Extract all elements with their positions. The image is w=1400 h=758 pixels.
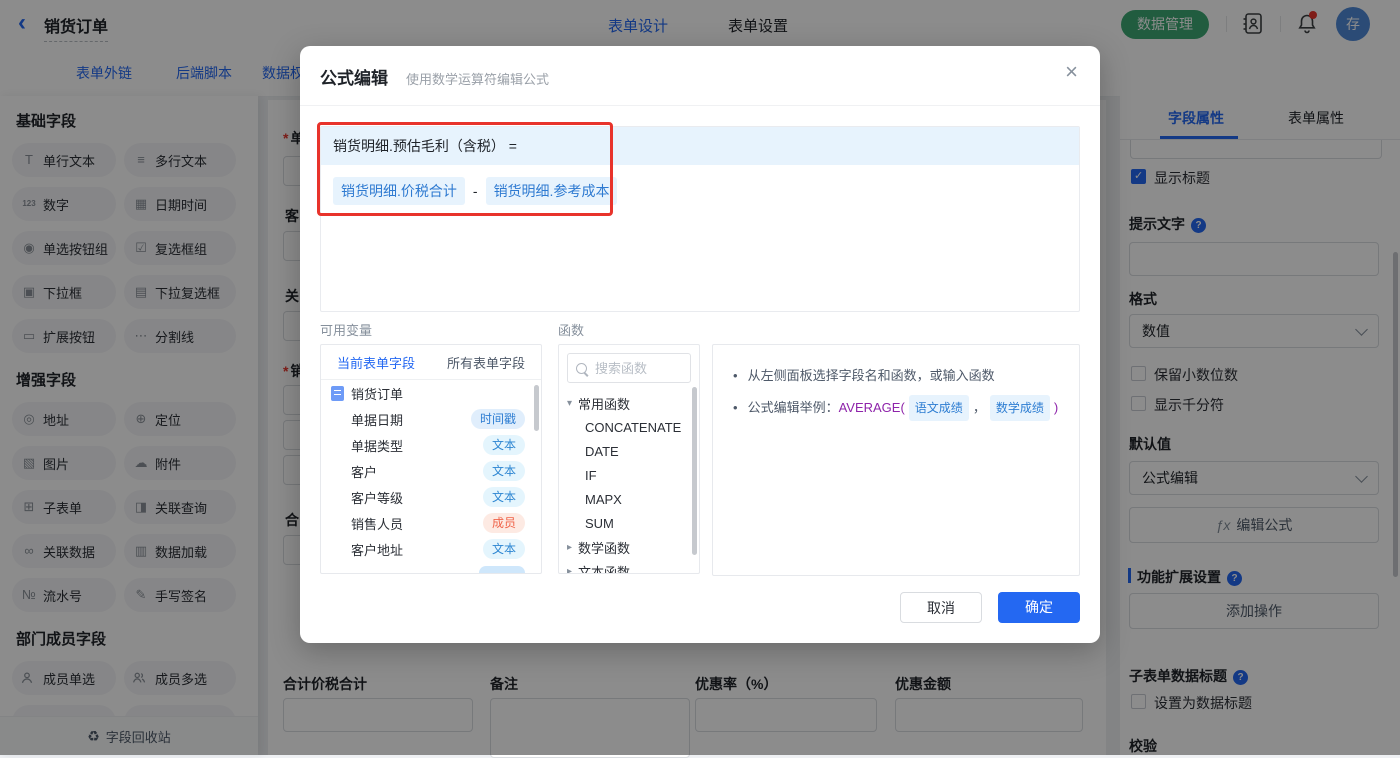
functions-panel: ▾常用函数 CONCATENATE DATE IF MAPX SUM ▸数学函数… (558, 344, 700, 574)
tree-field-row[interactable]: 客户等级 文本 (321, 484, 541, 510)
type-badge: 时间戳 (470, 409, 525, 429)
example-chip: 数学成绩 (989, 395, 1050, 421)
chevron-right-icon: ▸ (567, 565, 573, 574)
modal-subtitle: 使用数学运算符编辑公式 (406, 72, 550, 87)
variables-panel: 当前表单字段 所有表单字段 销货订单 单据日期 时间戳 单据类型 文本 客户 文本 客… (320, 344, 542, 574)
search-input[interactable] (593, 359, 687, 377)
help-panel: 从左侧面板选择字段名和函数，或输入函数 公式编辑举例：AVERAGE(语文成绩，… (712, 344, 1080, 576)
type-badge: 文本 (482, 487, 525, 507)
func-item-date[interactable]: DATE (559, 439, 699, 463)
search-icon (576, 362, 587, 374)
tab-current-form-fields[interactable]: 当前表单字段 (337, 353, 415, 372)
form-doc-icon (331, 385, 344, 401)
functions-label: 函数 (558, 323, 585, 338)
tree-root-label: 销货订单 (351, 386, 404, 402)
tab-all-form-fields[interactable]: 所有表单字段 (447, 353, 525, 372)
chevron-right-icon: ▸ (567, 541, 573, 553)
clipped-badge-fragment (479, 566, 525, 573)
func-item-sum[interactable]: SUM (559, 511, 699, 535)
tree-root[interactable]: 销货订单 (321, 380, 541, 406)
type-badge: 文本 (482, 461, 525, 481)
close-paren: ) (1053, 400, 1059, 415)
scrollbar-thumb[interactable] (692, 387, 697, 555)
annotation-highlight-box (317, 122, 613, 216)
function-name: AVERAGE( (838, 400, 905, 415)
scrollbar-thumb[interactable] (534, 385, 539, 431)
tree-field-row[interactable]: 客户 文本 (321, 458, 541, 484)
close-icon[interactable]: × (1065, 60, 1078, 84)
divider (300, 105, 1100, 106)
type-badge: 成员 (482, 513, 525, 533)
func-item-mapx[interactable]: MAPX (559, 487, 699, 511)
function-search[interactable] (567, 353, 691, 383)
func-group-math[interactable]: ▸ 数学函数 (559, 535, 699, 559)
chevron-down-icon: ▾ (567, 397, 573, 409)
help-tip-2: 公式编辑举例：AVERAGE(语文成绩，数学成绩) (733, 395, 1059, 421)
help-tip-1: 从左侧面板选择字段名和函数，或输入函数 (733, 365, 1059, 387)
func-item-concatenate[interactable]: CONCATENATE (559, 415, 699, 439)
func-item-if[interactable]: IF (559, 463, 699, 487)
tree-field-row[interactable]: 单据日期 时间戳 (321, 406, 541, 432)
confirm-button[interactable]: 确定 (998, 592, 1080, 623)
func-group-text[interactable]: ▸ 文本函数 (559, 559, 699, 574)
tree-field-row[interactable]: 销售人员 成员 (321, 510, 541, 536)
modal-title: 公式编辑 (320, 69, 388, 88)
variables-tabs: 当前表单字段 所有表单字段 (321, 345, 541, 380)
available-variables-label: 可用变量 (320, 323, 373, 338)
func-group-common[interactable]: ▾ 常用函数 (559, 391, 699, 415)
type-badge: 文本 (482, 539, 525, 559)
tree-field-row[interactable]: 单据类型 文本 (321, 432, 541, 458)
type-badge: 文本 (482, 435, 525, 455)
cancel-button[interactable]: 取消 (900, 592, 982, 623)
tree-field-row[interactable]: 客户地址 文本 (321, 536, 541, 562)
example-chip: 语文成绩 (908, 395, 969, 421)
